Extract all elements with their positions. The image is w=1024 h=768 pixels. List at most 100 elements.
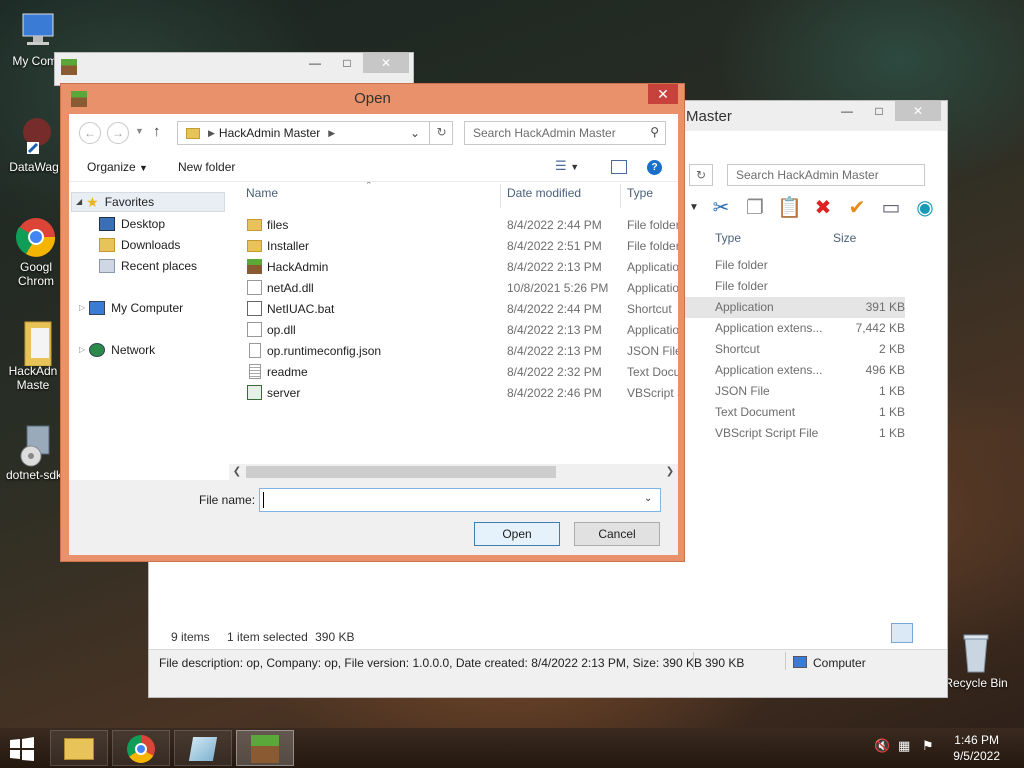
maximize-button[interactable]: □ [863,101,895,121]
paste-icon[interactable]: 📋 [777,196,802,220]
delete-icon[interactable]: ✖ [811,196,835,220]
list-item[interactable]: Shortcut 2 KB [685,339,905,360]
close-button[interactable]: ✕ [363,53,409,73]
minimize-button[interactable]: — [299,53,331,73]
list-item[interactable]: Application extens... 7,442 KB [685,318,905,339]
address-bar[interactable]: ▶ HackAdmin Master ▶ ⌄ [177,121,453,145]
column-headers: Type Size [707,228,907,250]
clock-time: 1:46 PM [954,733,999,747]
desktop-icon-recycle-bin[interactable]: Recycle Bin [940,632,1012,690]
file-row[interactable]: op.runtimeconfig.json 8/4/2022 2:13 PM J… [237,340,678,361]
folder-icon [15,320,57,367]
list-item[interactable]: File folder [685,255,905,276]
column-header-name[interactable]: Name [246,186,278,206]
preview-pane-icon[interactable] [611,160,627,174]
list-item[interactable]: JSON File 1 KB [685,381,905,402]
back-button[interactable]: ← [79,122,101,144]
taskbar-app[interactable] [174,730,232,766]
desktop-icon-label: Googl Chrom [17,260,54,288]
refresh-button[interactable]: ↻ [429,121,453,145]
column-header-type[interactable]: Type [627,186,653,206]
refresh-button[interactable]: ↻ [689,164,713,186]
close-button[interactable]: ✕ [895,101,941,121]
windows-start-icon[interactable] [8,736,36,762]
breadcrumb[interactable]: HackAdmin Master [219,126,320,140]
chevron-down-icon[interactable]: ▼ [135,126,144,136]
clock[interactable]: 1:46 PM 9/5/2022 [953,732,1000,764]
expand-arrow-icon[interactable]: ▷ [79,340,85,360]
check-icon[interactable]: ✔ [845,196,869,220]
forward-button[interactable]: → [107,122,129,144]
chevron-down-icon: ▼ [139,163,148,173]
cancel-button[interactable]: Cancel [574,522,660,546]
cut-icon[interactable]: ✂ [709,196,733,220]
nav-network[interactable]: ▷ Network [79,340,155,360]
new-folder-button[interactable]: New folder [178,160,235,174]
column-header-type[interactable]: Type [715,231,741,245]
shell-icon[interactable]: ◉ [913,196,937,220]
nav-desktop[interactable]: Desktop [99,214,165,234]
nav-favorites[interactable]: ◢ ★ Favorites [71,192,225,212]
folder-icon [247,219,262,231]
list-item-selected[interactable]: Application 391 KB [685,297,905,318]
list-item[interactable]: VBScript Script File 1 KB [685,423,905,444]
action-center-icon[interactable]: ⚑ [922,738,934,754]
up-arrow-icon[interactable]: ↑ [153,123,161,140]
copy-icon[interactable]: ❐ [743,196,767,220]
nav-recent-places[interactable]: Recent places [99,256,197,276]
change-view-icon[interactable]: ☰ ▼ [555,158,579,174]
rename-icon[interactable]: ▭ [879,196,903,220]
file-row[interactable]: files 8/4/2022 2:44 PM File folder [237,214,678,235]
computer-icon [793,656,807,668]
details-view-icon[interactable] [891,623,913,643]
column-header-date[interactable]: Date modified [507,186,581,206]
app-shortcut-icon [13,116,55,158]
desktop-icon-label: HackAdn Maste [8,364,58,392]
organize-button[interactable]: Organize ▼ [87,160,148,174]
file-icon [249,343,261,358]
large-icons-view-icon[interactable] [915,623,937,643]
grass-block-icon [251,735,279,763]
file-row[interactable]: Installer 8/4/2022 2:51 PM File folder [237,235,678,256]
nav-downloads[interactable]: Downloads [99,235,180,255]
nav-my-computer[interactable]: ▷ My Computer [79,298,183,318]
search-input[interactable]: Search HackAdmin Master [727,164,925,186]
scroll-left-icon[interactable]: ❮ [229,464,245,480]
minimize-button[interactable]: — [831,101,863,121]
taskbar-file-explorer[interactable] [50,730,108,766]
selection-count: 1 item selected [227,630,308,644]
file-row[interactable]: readme 8/4/2022 2:32 PM Text Docu [237,361,678,382]
file-row[interactable]: HackAdmin 8/4/2022 2:13 PM Applicatio [237,256,678,277]
taskbar-chrome[interactable] [112,730,170,766]
list-item[interactable]: Text Document 1 KB [685,402,905,423]
expand-arrow-icon[interactable]: ▷ [79,298,85,318]
maximize-button[interactable]: □ [331,53,363,73]
help-icon[interactable]: ? [647,160,662,175]
horizontal-scrollbar[interactable]: ❮ ❯ [229,464,678,480]
file-row[interactable]: server 8/4/2022 2:46 PM VBScript S [237,382,678,403]
close-button[interactable]: ✕ [648,84,678,104]
chevron-down-icon[interactable]: ▼ [689,196,699,220]
chevron-down-icon[interactable]: ⌄ [410,126,420,140]
list-item[interactable]: File folder [685,276,905,297]
open-button[interactable]: Open [474,522,560,546]
computer-icon [89,301,106,315]
background-window-2: — □ ✕ [54,52,414,86]
search-input[interactable]: Search HackAdmin Master ⚲ [464,121,666,145]
list-item[interactable]: Application extens... 496 KB [685,360,905,381]
monitor-icon [17,10,59,52]
file-name-input[interactable] [259,488,661,512]
column-header-size[interactable]: Size [833,231,856,245]
file-row[interactable]: NetIUAC.bat 8/4/2022 2:44 PM Shortcut [237,298,678,319]
taskbar-hackadmin[interactable] [236,730,294,766]
network-icon[interactable]: ▦ [898,738,910,754]
expand-arrow-icon[interactable]: ◢ [76,192,82,212]
details-bar: File description: op, Company: op, File … [149,649,947,697]
scrollbar-thumb[interactable] [246,466,556,478]
file-row[interactable]: netAd.dll 10/8/2021 5:26 PM Applicatio [237,277,678,298]
chevron-down-icon[interactable]: ⌄ [644,493,652,504]
file-size: 390 KB [705,656,745,670]
volume-muted-icon[interactable]: 🔇 [874,738,890,754]
scroll-right-icon[interactable]: ❯ [662,464,678,480]
file-row[interactable]: op.dll 8/4/2022 2:13 PM Applicatio [237,319,678,340]
